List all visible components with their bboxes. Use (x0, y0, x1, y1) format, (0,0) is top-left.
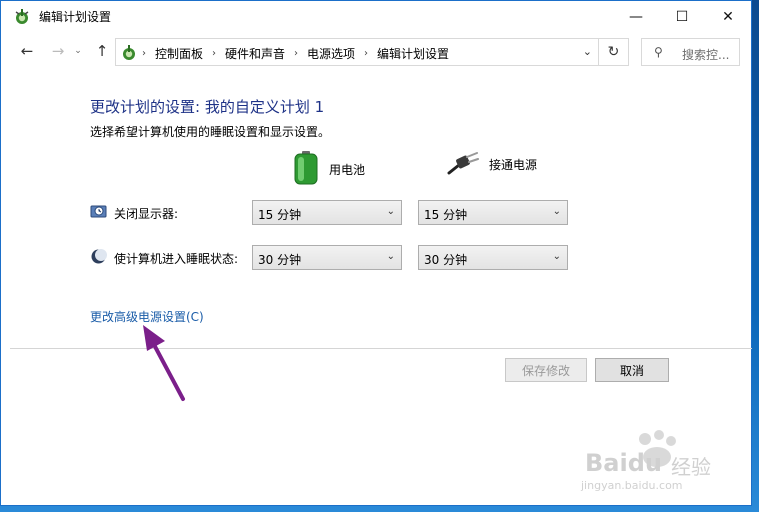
display-off-plugged-value: 15 分钟 (424, 208, 468, 222)
minimize-button[interactable]: — (613, 1, 659, 32)
annotation-arrow-icon (143, 325, 185, 401)
up-arrow-icon[interactable]: ↑ (91, 40, 113, 62)
page-description: 选择希望计算机使用的睡眠设置和显示设置。 (90, 125, 331, 139)
cancel-button[interactable]: 取消 (595, 358, 669, 382)
breadcrumb-item-edit-plan-settings[interactable]: 编辑计划设置 (377, 45, 449, 62)
address-dropdown-chevron-icon[interactable]: ⌄ (583, 45, 592, 58)
column-header-battery: 用电池 (293, 151, 365, 188)
maximize-button[interactable]: ☐ (659, 1, 705, 32)
breadcrumb-separator-icon: › (142, 48, 146, 59)
chevron-down-icon: ⌄ (386, 251, 395, 262)
breadcrumb-item-power-options[interactable]: 电源选项 (307, 45, 355, 62)
power-options-icon (13, 8, 31, 26)
save-changes-button[interactable]: 保存修改 (505, 358, 587, 382)
power-plug-icon (447, 151, 479, 178)
column-label-battery: 用电池 (329, 163, 366, 177)
edit-plan-settings-window: 编辑计划设置 — ☐ ✕ ← → ⌄ ↑ › 控制面板 › 硬件和声音 › 电源… (0, 0, 752, 506)
title-bar[interactable]: 编辑计划设置 — ☐ ✕ (1, 1, 751, 32)
close-button[interactable]: ✕ (705, 1, 751, 32)
breadcrumb-item-control-panel[interactable]: 控制面板 (155, 45, 203, 62)
breadcrumb-separator-icon[interactable]: › (364, 48, 368, 59)
search-icon: ⚲ (654, 45, 663, 59)
recent-locations-chevron-icon[interactable]: ⌄ (71, 40, 85, 62)
sleep-battery-value: 30 分钟 (258, 253, 302, 267)
column-header-plugged-in: 接通电源 (447, 151, 537, 178)
chevron-down-icon: ⌄ (552, 206, 561, 217)
display-off-battery-value: 15 分钟 (258, 208, 302, 222)
chevron-down-icon: ⌄ (386, 206, 395, 217)
display-off-battery-select[interactable]: 15 分钟 ⌄ (252, 200, 402, 225)
search-box[interactable]: ⚲ 搜索控... (641, 38, 740, 66)
baidu-jingyan-watermark: Baidu 经验 jingyan.baidu.com (575, 425, 725, 497)
watermark-brand: Baidu (585, 449, 662, 477)
watermark-url: jingyan.baidu.com (581, 479, 683, 492)
breadcrumb: › 控制面板 › 硬件和声音 › 电源选项 › 编辑计划设置 (142, 45, 449, 62)
display-off-label: 关闭显示器: (114, 207, 179, 221)
page-title: 更改计划的设置: 我的自定义计划 1 (90, 98, 325, 116)
monitor-clock-icon (90, 203, 107, 220)
forward-arrow-icon[interactable]: → (47, 40, 69, 62)
sleep-plugged-value: 30 分钟 (424, 253, 468, 267)
breadcrumb-item-hardware-and-sound[interactable]: 硬件和声音 (225, 45, 285, 62)
sleep-battery-select[interactable]: 30 分钟 ⌄ (252, 245, 402, 270)
address-bar[interactable]: › 控制面板 › 硬件和声音 › 电源选项 › 编辑计划设置 ⌄ (115, 38, 599, 66)
search-placeholder[interactable]: 搜索控... (682, 46, 729, 63)
breadcrumb-separator-icon[interactable]: › (212, 48, 216, 59)
divider (10, 348, 752, 349)
sleep-plugged-select[interactable]: 30 分钟 ⌄ (418, 245, 568, 270)
sleep-label: 使计算机进入睡眠状态: (114, 252, 239, 266)
display-off-plugged-select[interactable]: 15 分钟 ⌄ (418, 200, 568, 225)
column-label-plugged-in: 接通电源 (489, 158, 538, 172)
refresh-button[interactable]: ↻ (599, 38, 629, 66)
breadcrumb-separator-icon[interactable]: › (294, 48, 298, 59)
moon-icon (90, 248, 107, 265)
navigation-bar: ← → ⌄ ↑ › 控制面板 › 硬件和声音 › 电源选项 › 编辑计划设置 ⌄… (1, 34, 751, 70)
watermark-brand-cn: 经验 (671, 455, 711, 479)
window-title: 编辑计划设置 (39, 10, 112, 24)
battery-icon (293, 151, 319, 188)
chevron-down-icon: ⌄ (552, 251, 561, 262)
back-arrow-icon[interactable]: ← (16, 40, 38, 62)
power-options-icon (120, 44, 138, 62)
